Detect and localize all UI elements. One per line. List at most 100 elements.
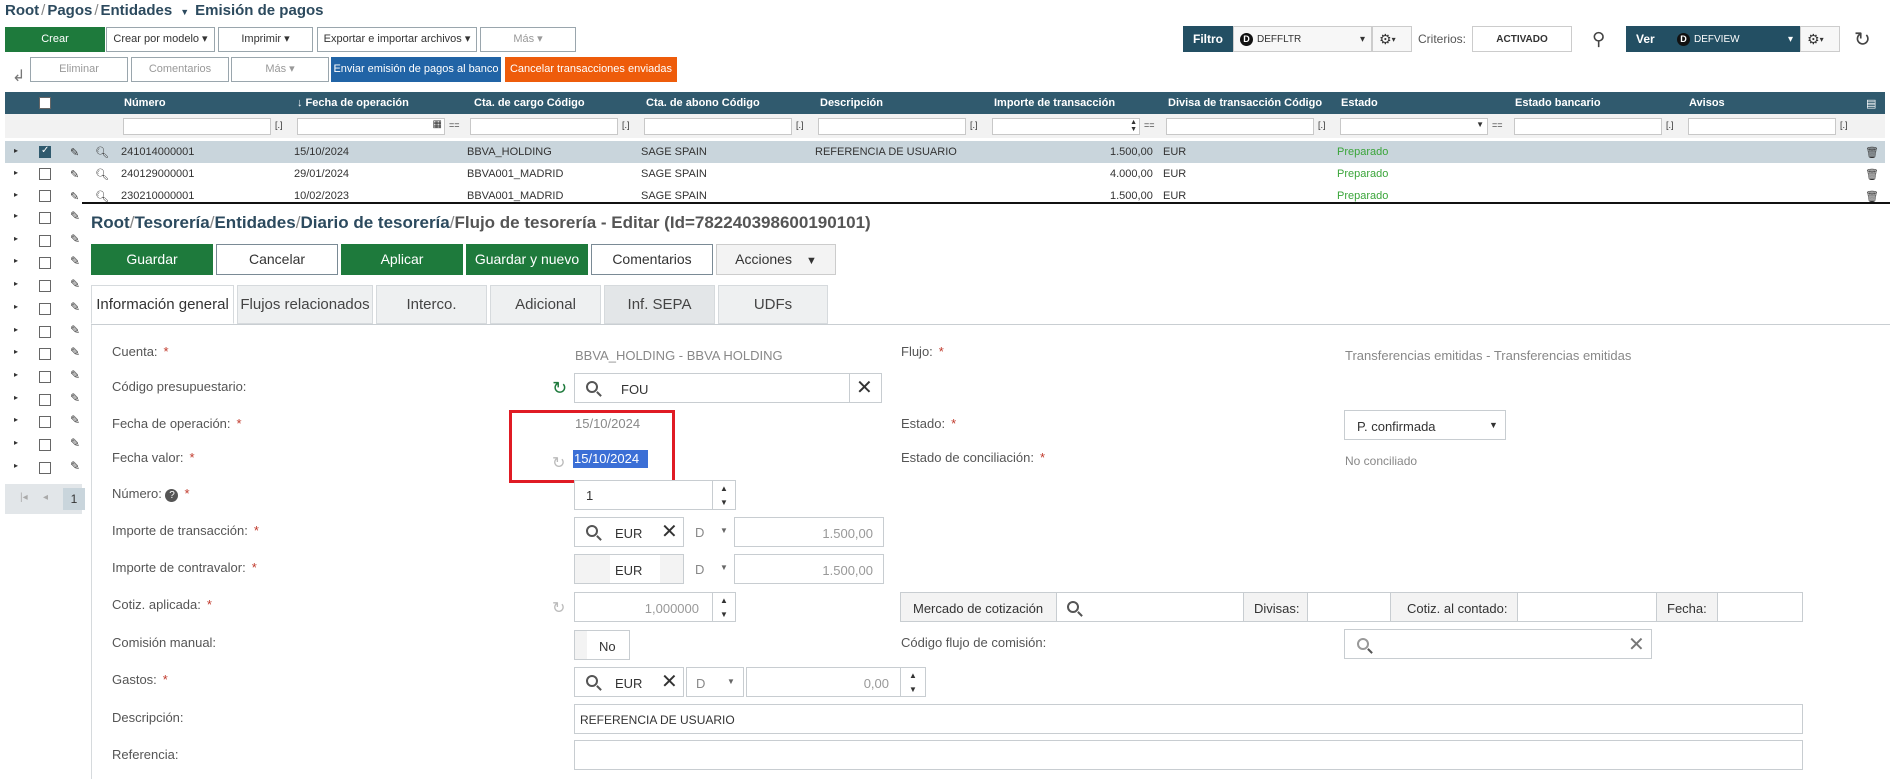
row-checkbox[interactable] — [39, 416, 51, 429]
filter-op[interactable]: [.] — [275, 120, 283, 130]
filter-op[interactable]: [.] — [1666, 120, 1674, 130]
cotiz-stepper[interactable]: ▲ ▼ — [712, 592, 736, 622]
refresh-icon[interactable]: ↻ — [552, 378, 567, 399]
col-abono[interactable]: Cta. de abono Código — [646, 97, 760, 109]
list-item[interactable]: ▸ ✎ — [5, 230, 82, 252]
filter-op[interactable]: == — [449, 120, 460, 130]
expand-icon[interactable]: ▸ — [14, 146, 18, 155]
expand-icon[interactable]: ▸ — [14, 279, 18, 288]
breadcrumb-item[interactable]: Pagos — [47, 2, 92, 19]
crear-por-modelo-button[interactable]: Crear por modelo ▾ — [106, 27, 215, 52]
enviar-banco-button[interactable]: Enviar emisión de pagos al banco — [331, 57, 501, 82]
edit-icon[interactable]: ✎ — [70, 209, 80, 223]
gear-icon[interactable]: ⚙ ▾ — [1800, 26, 1840, 52]
filter-input[interactable] — [1688, 118, 1836, 135]
mas2-button[interactable]: Más ▾ — [231, 57, 329, 82]
comentarios-button[interactable]: Comentarios — [131, 57, 229, 82]
exportar-button[interactable]: Exportar e importar archivos ▾ — [317, 27, 477, 52]
tab-flujos-relacionados[interactable]: Flujos relacionados — [237, 285, 373, 324]
breadcrumb-item[interactable]: Entidades — [214, 213, 295, 232]
edit-icon[interactable]: ✎ — [70, 323, 80, 337]
select-all-checkbox[interactable] — [39, 97, 51, 109]
tab-inf-sepa[interactable]: Inf. SEPA — [604, 285, 715, 324]
eliminar-button[interactable]: Eliminar — [30, 57, 128, 82]
refresh-icon[interactable]: ↻ — [552, 598, 565, 618]
gastos-dc-select[interactable]: D ▼ — [686, 667, 744, 697]
expand-icon[interactable]: ▸ — [14, 302, 18, 311]
filter-input[interactable] — [644, 118, 792, 135]
aplicar-button[interactable]: Aplicar — [341, 244, 463, 275]
list-item[interactable]: ▸ ✎ — [5, 321, 82, 343]
row-checkbox[interactable] — [39, 257, 51, 270]
delete-icon[interactable]: 🗑︎ — [1865, 190, 1879, 202]
row-checkbox[interactable] — [39, 370, 51, 383]
list-item[interactable]: ▸ ✎ — [5, 275, 82, 297]
list-item[interactable]: ▸ ✎ — [5, 207, 82, 229]
row-checkbox[interactable] — [39, 234, 51, 247]
guardar-nuevo-button[interactable]: Guardar y nuevo — [466, 244, 588, 275]
table-row[interactable]: ▸ ✎ 🔍︎ 230210000001 10/02/2023 BBVA001_MA… — [5, 185, 1885, 202]
filter-op[interactable]: [.] — [622, 120, 630, 130]
expand-icon[interactable]: ▸ — [14, 347, 18, 356]
cancelar-button[interactable]: Cancelar — [216, 244, 338, 275]
breadcrumb-item[interactable]: Root — [91, 213, 130, 232]
filter-date-input[interactable]: ▦ — [297, 118, 445, 135]
list-item[interactable]: ▸ ✎ — [5, 434, 82, 456]
row-checkbox[interactable] — [39, 212, 51, 224]
gastos-input[interactable]: 0,00 — [746, 667, 926, 697]
filter-number-input[interactable]: ▲ ▼ — [992, 118, 1140, 135]
edit-icon[interactable]: ✎ — [70, 368, 80, 382]
help-icon[interactable]: ? — [165, 489, 179, 502]
col-avisos[interactable]: Avisos — [1689, 97, 1725, 109]
filter-op[interactable]: [.] — [796, 120, 804, 130]
edit-icon[interactable]: ✎ — [70, 413, 80, 427]
comision-toggle[interactable]: No — [574, 630, 630, 660]
row-checkbox[interactable] — [39, 325, 51, 338]
edit-icon[interactable]: ✎ — [70, 146, 79, 159]
edit-icon[interactable]: ✎ — [70, 277, 80, 291]
edit-icon[interactable]: ✎ — [70, 254, 80, 268]
list-item[interactable]: ▸ ✎ — [5, 389, 82, 411]
row-checkbox[interactable] — [39, 348, 51, 361]
gastos-stepper[interactable]: ▲ ▼ — [900, 667, 926, 697]
crear-button[interactable]: Crear — [5, 27, 105, 52]
edit-icon[interactable]: ✎ — [70, 459, 80, 473]
row-checkbox[interactable] — [39, 280, 51, 293]
filter-input[interactable] — [818, 118, 966, 135]
comentarios-button[interactable]: Comentarios — [591, 244, 713, 275]
close-icon[interactable]: ✕ — [661, 672, 678, 692]
filter-input[interactable] — [123, 118, 271, 135]
search-icon[interactable]: ⚲ — [1592, 29, 1605, 50]
col-fecha[interactable]: ↓ Fecha de operación — [297, 97, 409, 109]
mercado-input[interactable] — [1056, 592, 1244, 622]
edit-icon[interactable]: ✎ — [70, 232, 80, 246]
cotiz-contado-input[interactable] — [1517, 592, 1657, 622]
row-checkbox[interactable] — [39, 393, 51, 406]
descripcion-input[interactable]: REFERENCIA DE USUARIO — [574, 704, 1803, 734]
breadcrumb-item[interactable]: Root — [5, 2, 39, 19]
edit-icon[interactable]: ✎ — [70, 190, 79, 202]
edit-icon[interactable]: ✎ — [70, 391, 80, 405]
filter-op[interactable]: == — [1144, 120, 1155, 130]
acciones-button[interactable]: Acciones ▼ — [716, 244, 836, 275]
filter-input[interactable] — [470, 118, 618, 135]
tab-udfs[interactable]: UDFs — [718, 285, 828, 324]
tab-informacion-general[interactable]: Información general — [91, 285, 234, 324]
guardar-button[interactable]: Guardar — [91, 244, 213, 275]
view-select[interactable]: D DEFVIEW ▾ — [1670, 26, 1800, 52]
estado-select[interactable]: P. confirmada ▼ — [1344, 410, 1506, 440]
expand-icon[interactable]: ▸ — [14, 438, 18, 447]
mas-button[interactable]: Más ▾ — [480, 27, 576, 52]
filter-op[interactable]: [.] — [1840, 120, 1848, 130]
fecha-input[interactable] — [1717, 592, 1803, 622]
calendar-icon[interactable]: ▦ — [433, 119, 442, 130]
breadcrumb-item[interactable]: Diario de tesorería — [300, 213, 449, 232]
col-importe[interactable]: Importe de transacción — [994, 97, 1115, 109]
row-checkbox[interactable] — [39, 145, 51, 158]
col-estado[interactable]: Estado — [1341, 97, 1378, 109]
list-item[interactable]: ▸ ✎ — [5, 366, 82, 388]
zoom-icon[interactable]: 🔍︎ — [95, 168, 109, 181]
delete-icon[interactable]: 🗑︎ — [1865, 168, 1879, 181]
breadcrumb-item[interactable]: Entidades — [101, 2, 173, 19]
edit-icon[interactable]: ✎ — [70, 345, 80, 359]
